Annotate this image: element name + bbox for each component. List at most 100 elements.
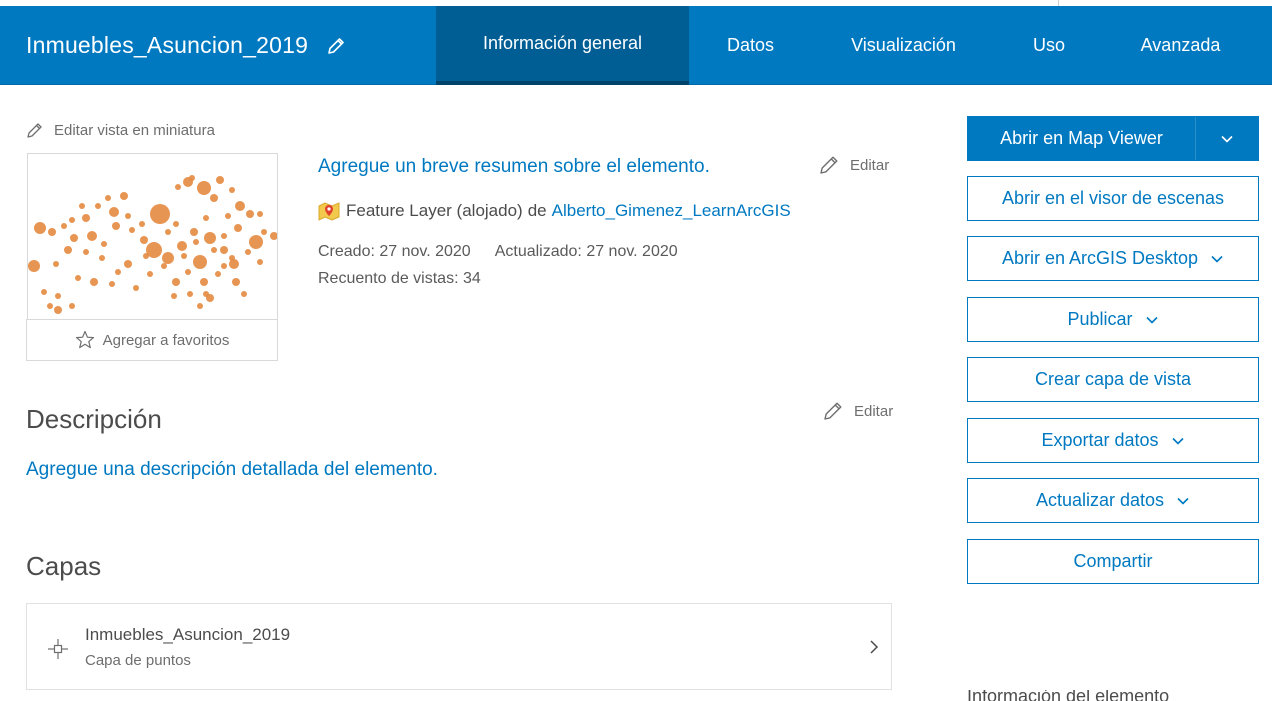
- pencil-icon: [824, 402, 842, 420]
- thumbnail-point: [124, 260, 132, 268]
- add-to-favorites-button[interactable]: Agregar a favoritos: [26, 319, 278, 361]
- description-placeholder-link[interactable]: Agregue una descripción detallada del el…: [26, 459, 438, 481]
- layer-name: Inmuebles_Asuncion_2019: [85, 625, 291, 644]
- thumbnail-point: [90, 278, 98, 286]
- layers-heading: Capas: [26, 551, 102, 581]
- tab-label: Avanzada: [1140, 35, 1221, 55]
- item-type-line: Feature Layer (alojado) de Alberto_Gimen…: [318, 201, 791, 221]
- chevron-right-icon: [870, 640, 879, 654]
- thumbnail-point: [187, 291, 193, 297]
- edit-description-label: Editar: [854, 402, 894, 420]
- thumbnail-point: [95, 203, 101, 209]
- share-label: Compartir: [1073, 551, 1153, 571]
- thumbnail-point: [109, 281, 115, 287]
- thumbnail-point: [140, 236, 148, 244]
- tab-informacion-general[interactable]: Información general: [436, 6, 689, 85]
- feature-layer-icon: [318, 202, 340, 221]
- thumbnail-point: [55, 293, 61, 299]
- edit-title-pencil-icon[interactable]: [326, 36, 346, 56]
- thumbnail-point-map: [28, 175, 277, 314]
- thumbnail-point: [241, 291, 247, 297]
- thumbnail-point: [48, 228, 56, 236]
- tab-datos[interactable]: Datos: [689, 6, 812, 85]
- open-desktop-label: Abrir en ArcGIS Desktop: [1001, 248, 1199, 268]
- export-label: Exportar datos: [1041, 430, 1159, 450]
- tab-label: Uso: [1032, 35, 1065, 55]
- item-header: Inmuebles_Asuncion_2019 Información gene…: [0, 6, 1272, 85]
- open-scene-viewer-button[interactable]: Abrir en el visor de escenas: [967, 176, 1259, 221]
- summary-placeholder-link[interactable]: Agregue un breve resumen sobre el elemen…: [318, 156, 710, 178]
- open-desktop-button[interactable]: Abrir en ArcGIS Desktop: [967, 236, 1259, 281]
- thumbnail-point: [70, 234, 78, 242]
- thumbnail-point: [234, 224, 242, 232]
- chevron-down-icon: [1177, 497, 1189, 505]
- create-view-layer-button[interactable]: Crear capa de vista: [967, 357, 1259, 402]
- thumbnail-point: [87, 231, 97, 241]
- thumbnail-point: [150, 204, 170, 224]
- thumbnail-point: [229, 187, 235, 193]
- open-map-viewer-split-button: Abrir en Map Viewer: [967, 116, 1259, 161]
- owner-link[interactable]: Alberto_Gimenez_LearnArcGIS: [552, 201, 791, 221]
- tab-visualizacion[interactable]: Visualización: [812, 6, 995, 85]
- thumbnail-point: [175, 184, 181, 190]
- thumbnail-point: [185, 269, 191, 275]
- tab-avanzada[interactable]: Avanzada: [1103, 6, 1258, 85]
- thumbnail-point: [220, 246, 228, 254]
- thumbnail-point: [193, 255, 207, 269]
- thumbnail-point: [28, 260, 40, 272]
- thumbnail-point: [171, 293, 177, 299]
- open-scene-viewer-label: Abrir en el visor de escenas: [1001, 188, 1225, 208]
- export-data-button[interactable]: Exportar datos: [967, 418, 1259, 463]
- thumbnail-point: [203, 215, 209, 221]
- thumbnail-point: [197, 303, 203, 309]
- update-label: Actualizar datos: [1035, 490, 1165, 510]
- thumbnail-point: [139, 221, 145, 227]
- layer-card[interactable]: Inmuebles_Asuncion_2019 Capa de puntos: [26, 603, 892, 690]
- edit-summary-label: Editar: [850, 156, 890, 174]
- view-count: Recuento de vistas: 34: [318, 270, 481, 287]
- item-type: Feature Layer (alojado): [346, 201, 523, 220]
- thumbnail-point: [181, 253, 187, 259]
- thumbnail-point: [120, 192, 128, 200]
- open-map-viewer-button[interactable]: Abrir en Map Viewer: [968, 117, 1195, 160]
- updated-date: Actualizado: 27 nov. 2020: [494, 243, 678, 260]
- thumbnail-point: [249, 235, 263, 249]
- thumbnail-point: [257, 259, 263, 265]
- tab-label: Visualización: [851, 35, 956, 55]
- star-icon: [75, 330, 94, 349]
- publish-button[interactable]: Publicar: [967, 297, 1259, 342]
- thumbnail-point: [193, 239, 199, 245]
- thumbnail-point: [189, 175, 195, 181]
- item-thumbnail: [27, 153, 278, 320]
- update-data-button[interactable]: Actualizar datos: [967, 478, 1259, 523]
- thumbnail-point: [229, 255, 235, 261]
- item-info-heading-cutoff: Información del elemento: [967, 690, 1247, 701]
- tab-uso[interactable]: Uso: [995, 6, 1103, 85]
- thumbnail-point: [75, 275, 81, 281]
- thumbnail-point: [61, 223, 67, 229]
- description-heading: Descripción: [26, 404, 162, 434]
- thumbnail-point: [246, 210, 254, 218]
- edit-thumbnail-link[interactable]: Editar vista en miniatura: [26, 121, 215, 139]
- share-button[interactable]: Compartir: [967, 539, 1259, 584]
- thumbnail-point: [34, 222, 46, 234]
- favorite-label: Agregar a favoritos: [102, 331, 230, 349]
- item-by-label: de: [527, 201, 547, 220]
- thumbnail-point: [232, 278, 240, 286]
- thumbnail-point: [177, 241, 187, 251]
- chevron-down-icon: [1171, 437, 1184, 445]
- thumbnail-point: [69, 217, 75, 223]
- thumbnail-point: [99, 255, 105, 261]
- thumbnail-point: [101, 241, 107, 247]
- thumbnail-point: [211, 247, 217, 253]
- edit-description-button[interactable]: Editar: [822, 400, 893, 422]
- chevron-down-icon: [1211, 255, 1223, 263]
- chevron-down-icon: [1221, 135, 1233, 143]
- point-layer-icon: [48, 639, 68, 659]
- thumbnail-point: [200, 278, 208, 286]
- create-view-label: Crear capa de vista: [1034, 369, 1192, 389]
- thumbnail-point: [221, 233, 227, 239]
- edit-summary-button[interactable]: Editar: [818, 154, 889, 176]
- thumbnail-point: [109, 207, 119, 217]
- open-map-viewer-dropdown[interactable]: [1196, 117, 1258, 160]
